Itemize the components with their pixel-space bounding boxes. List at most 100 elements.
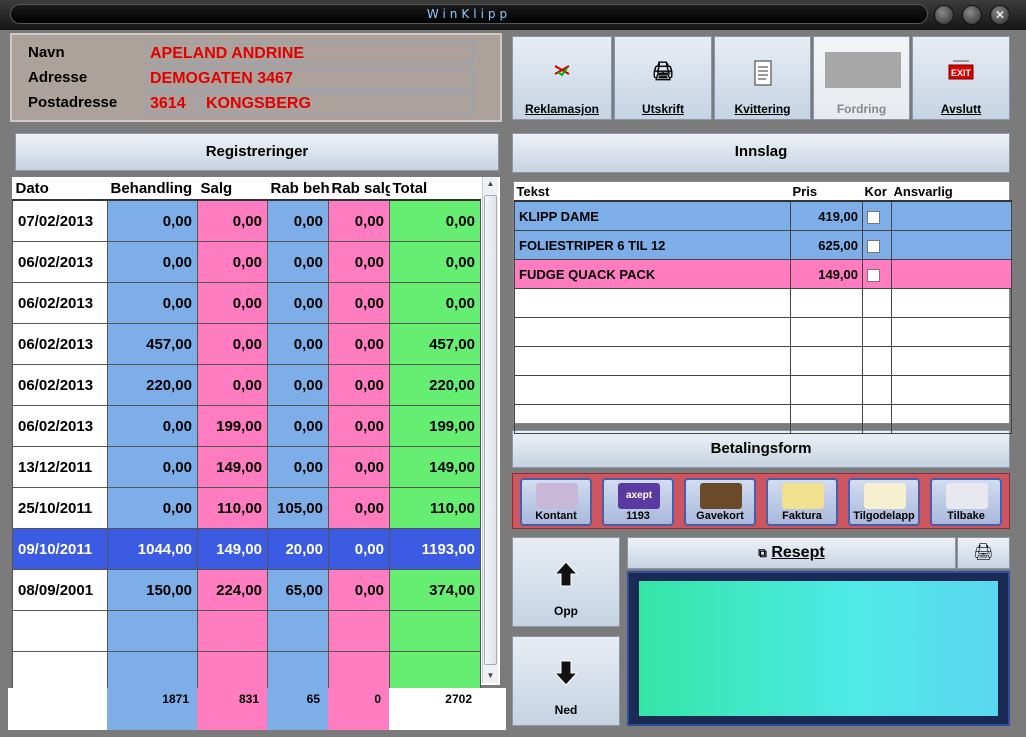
table-row[interactable]: 08/09/2001 150,00 224,00 65,00 0,00 374,00 (12, 569, 481, 611)
reg-salg-cell[interactable]: 0,00 (197, 199, 268, 242)
close-button[interactable]: ✕ (990, 5, 1010, 25)
reg-date-cell[interactable]: 06/02/2013 (12, 405, 108, 447)
reg-salg-cell[interactable]: 0,00 (197, 241, 268, 283)
reg-salg-cell[interactable]: 199,00 (197, 405, 268, 447)
reg-behandling-cell[interactable]: 0,00 (107, 446, 198, 488)
innslag-text-cell[interactable]: KLIPP DAME (514, 200, 791, 231)
reg-behandling-cell[interactable]: 0,00 (107, 282, 198, 324)
reg-column-header[interactable]: Dato (12, 177, 108, 201)
table-row[interactable]: 07/02/2013 0,00 0,00 0,00 0,00 0,00 (12, 199, 481, 242)
reg-total-cell[interactable]: 149,00 (389, 446, 481, 488)
reg-rab-salg-cell[interactable]: 0,00 (328, 569, 390, 611)
innslag-ansvarlig-cell[interactable] (891, 230, 1012, 260)
reg-total-cell[interactable]: 374,00 (389, 569, 481, 611)
innslag-text-cell[interactable] (514, 288, 791, 318)
down-button[interactable]: Ned (512, 636, 620, 726)
reg-date-cell[interactable]: 06/02/2013 (12, 364, 108, 406)
innslag-kor-cell[interactable] (862, 317, 892, 347)
scroll-up-arrow-icon[interactable]: ▲ (483, 177, 498, 191)
reg-salg-cell[interactable]: 224,00 (197, 569, 268, 611)
table-row[interactable] (12, 610, 481, 652)
reg-date-cell[interactable]: 06/02/2013 (12, 241, 108, 283)
innslag-text-cell[interactable]: FOLIESTRIPER 6 TIL 12 (514, 230, 791, 260)
scroll-down-arrow-icon[interactable]: ▼ (483, 669, 498, 683)
innslag-price-cell[interactable]: 625,00 (790, 230, 863, 260)
list-item[interactable]: FOLIESTRIPER 6 TIL 12 625,00 (514, 230, 1012, 260)
reg-rab-beh-cell[interactable]: 65,00 (267, 569, 329, 611)
customer-address-field[interactable]: DEMOGATEN 3467 (146, 68, 474, 89)
reg-total-cell[interactable] (389, 610, 481, 652)
kor-checkbox[interactable] (867, 210, 880, 224)
kor-checkbox[interactable] (867, 239, 880, 253)
payment-1193-button[interactable]: axept 1193 (602, 478, 674, 526)
table-row[interactable]: 06/02/2013 0,00 0,00 0,00 0,00 0,00 (12, 241, 481, 283)
reg-column-header[interactable]: Total (389, 177, 481, 201)
reg-rab-salg-cell[interactable] (328, 651, 390, 693)
innslag-text-cell[interactable] (514, 317, 791, 347)
reg-salg-cell[interactable] (197, 651, 268, 693)
innslag-column-header[interactable]: Tekst (514, 182, 791, 202)
table-row[interactable]: 06/02/2013 0,00 199,00 0,00 0,00 199,00 (12, 405, 481, 447)
payment-gavekort-button[interactable]: Gavekort (684, 478, 756, 526)
reg-column-header[interactable]: Salg (197, 177, 268, 201)
innslag-kor-cell[interactable] (862, 404, 892, 434)
utskrift-button[interactable]: 🖨 Utskrift (614, 36, 712, 120)
reg-salg-cell[interactable]: 0,00 (197, 282, 268, 324)
reg-behandling-cell[interactable] (107, 651, 198, 693)
reg-date-cell[interactable]: 13/12/2011 (12, 446, 108, 488)
list-item[interactable]: FUDGE QUACK PACK 149,00 (514, 259, 1012, 289)
reg-total-cell[interactable] (389, 651, 481, 693)
innslag-column-header[interactable]: Kor (862, 182, 892, 202)
reg-rab-beh-cell[interactable]: 0,00 (267, 241, 329, 283)
reg-date-cell[interactable]: 08/09/2001 (12, 569, 108, 611)
fordring-button[interactable]: Fordring (813, 36, 910, 120)
up-button[interactable]: Opp (512, 537, 620, 627)
resept-print-button[interactable]: 🖨 (957, 537, 1010, 569)
innslag-text-cell[interactable] (514, 375, 791, 405)
innslag-kor-cell[interactable] (862, 200, 892, 231)
list-item[interactable] (514, 288, 1012, 318)
reg-rab-beh-cell[interactable] (267, 610, 329, 652)
reg-rab-beh-cell[interactable]: 0,00 (267, 282, 329, 324)
reg-date-cell[interactable] (12, 651, 108, 693)
reg-rab-beh-cell[interactable]: 0,00 (267, 323, 329, 365)
customer-name-field[interactable]: APELAND ANDRINE (146, 43, 474, 64)
table-row[interactable]: 09/10/2011 1044,00 149,00 20,00 0,00 1193,00 (12, 528, 481, 570)
reg-total-cell[interactable]: 110,00 (389, 487, 481, 529)
reg-behandling-cell[interactable]: 1044,00 (107, 528, 198, 570)
reg-behandling-cell[interactable]: 457,00 (107, 323, 198, 365)
table-row[interactable]: 25/10/2011 0,00 110,00 105,00 0,00 110,00 (12, 487, 481, 529)
innslag-price-cell[interactable]: 419,00 (790, 200, 863, 231)
reg-salg-cell[interactable]: 149,00 (197, 446, 268, 488)
reg-rab-salg-cell[interactable]: 0,00 (328, 282, 390, 324)
reg-behandling-cell[interactable]: 0,00 (107, 241, 198, 283)
table-row[interactable] (12, 651, 481, 693)
minimize-button[interactable] (934, 5, 954, 25)
reg-column-header[interactable]: Rab salg (328, 177, 390, 201)
innslag-price-cell[interactable]: 149,00 (790, 259, 863, 289)
innslag-text-cell[interactable] (514, 404, 791, 434)
reg-rab-salg-cell[interactable] (328, 610, 390, 652)
reg-date-cell[interactable]: 25/10/2011 (12, 487, 108, 529)
reg-date-cell[interactable]: 06/02/2013 (12, 323, 108, 365)
innslag-kor-cell[interactable] (862, 230, 892, 260)
reg-rab-salg-cell[interactable]: 0,00 (328, 323, 390, 365)
list-item[interactable] (514, 317, 1012, 347)
reg-total-cell[interactable]: 220,00 (389, 364, 481, 406)
list-item[interactable] (514, 346, 1012, 376)
reg-rab-salg-cell[interactable]: 0,00 (328, 241, 390, 283)
innslag-kor-cell[interactable] (862, 259, 892, 289)
reg-rab-salg-cell[interactable]: 0,00 (328, 446, 390, 488)
reg-salg-cell[interactable] (197, 610, 268, 652)
reg-salg-cell[interactable]: 0,00 (197, 364, 268, 406)
reg-rab-salg-cell[interactable]: 0,00 (328, 199, 390, 242)
innslag-text-cell[interactable]: FUDGE QUACK PACK (514, 259, 791, 289)
maximize-button[interactable] (962, 5, 982, 25)
payment-kontant-button[interactable]: Kontant (520, 478, 592, 526)
innslag-price-cell[interactable] (790, 375, 863, 405)
reg-total-cell[interactable]: 457,00 (389, 323, 481, 365)
list-item[interactable] (514, 375, 1012, 405)
innslag-price-cell[interactable] (790, 346, 863, 376)
city-field[interactable]: KONGSBERG (202, 93, 474, 114)
reklamasjon-button[interactable]: Reklamasjon (512, 36, 612, 120)
